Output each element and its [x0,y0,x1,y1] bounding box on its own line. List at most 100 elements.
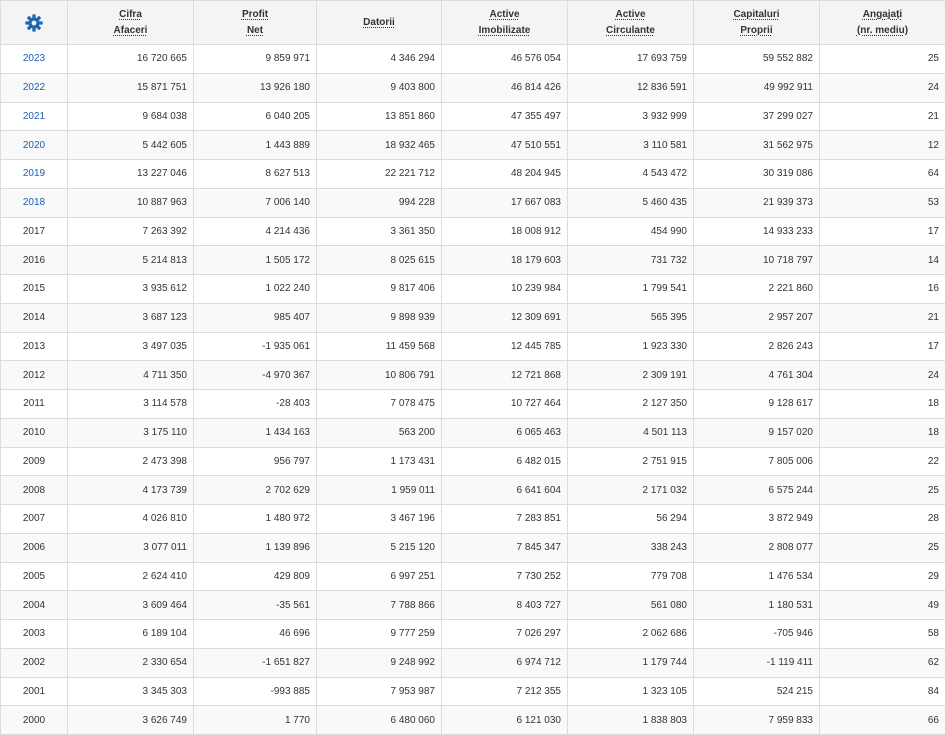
column-header-label[interactable]: Profit Net [242,9,268,36]
value-cell: 13 227 046 [68,160,194,189]
column-header-1[interactable]: Profit Net [194,1,317,45]
year-cell[interactable]: 2020 [1,131,68,160]
year-link[interactable]: 2023 [23,53,45,64]
column-header-line1: Datorii [363,17,395,28]
value-cell: 18 [820,390,945,419]
table-row: 20022 330 654-1 651 8279 248 9926 974 71… [1,648,945,677]
column-header-line1: Profit [242,9,268,20]
value-cell: 1 923 330 [568,332,694,361]
table-row: 20036 189 10446 6969 777 2597 026 2972 0… [1,620,945,649]
column-header-label[interactable]: CapitaluriProprii [733,9,779,36]
column-header-label[interactable]: ActiveImobilizate [479,9,531,36]
year-cell[interactable]: 2021 [1,102,68,131]
year-label: 2014 [23,312,45,323]
value-cell: 9 777 259 [317,620,442,649]
value-cell: 4 543 472 [568,160,694,189]
value-cell: 18 179 603 [442,246,568,275]
value-cell: 1 173 431 [317,447,442,476]
year-link[interactable]: 2020 [23,140,45,151]
value-cell: 14 933 233 [694,217,820,246]
value-cell: 1 323 105 [568,677,694,706]
column-header-6[interactable]: Angajați(nr. mediu) [820,1,945,45]
column-header-label[interactable]: Angajați(nr. mediu) [857,9,908,36]
settings-cell[interactable] [1,1,68,45]
table-row: 20084 173 7392 702 6291 959 0116 641 604… [1,476,945,505]
table-row: 20013 345 303-993 8857 953 9877 212 3551… [1,677,945,706]
value-cell: 7 212 355 [442,677,568,706]
year-cell: 2006 [1,533,68,562]
value-cell: 21 939 373 [694,188,820,217]
year-cell[interactable]: 2022 [1,73,68,102]
year-link[interactable]: 2019 [23,168,45,179]
value-cell: 29 [820,562,945,591]
value-cell: 4 173 739 [68,476,194,505]
gear-icon[interactable] [24,13,44,33]
value-cell: 10 887 963 [68,188,194,217]
column-header-2[interactable]: Datorii [317,1,442,45]
value-cell: 12 721 868 [442,361,568,390]
value-cell: 3 687 123 [68,303,194,332]
table-row: 20063 077 0111 139 8965 215 1207 845 347… [1,533,945,562]
value-cell: 24 [820,73,945,102]
year-link[interactable]: 2021 [23,111,45,122]
value-cell: 66 [820,706,945,735]
value-cell: 1 838 803 [568,706,694,735]
table-row: 20074 026 8101 480 9723 467 1967 283 851… [1,505,945,534]
year-cell[interactable]: 2023 [1,45,68,74]
table-row: 201913 227 0468 627 51322 221 71248 204 … [1,160,945,189]
value-cell: 8 025 615 [317,246,442,275]
value-cell: 6 641 604 [442,476,568,505]
year-label: 2004 [23,600,45,611]
year-cell[interactable]: 2019 [1,160,68,189]
table-row: 20103 175 1101 434 163563 2006 065 4634 … [1,418,945,447]
value-cell: 17 [820,217,945,246]
table-row: 20205 442 6051 443 88918 932 46547 510 5… [1,131,945,160]
column-header-3[interactable]: ActiveImobilizate [442,1,568,45]
value-cell: 7 283 851 [442,505,568,534]
column-header-4[interactable]: ActiveCirculante [568,1,694,45]
value-cell: 25 [820,533,945,562]
column-header-label[interactable]: Datorii [363,17,395,28]
value-cell: 25 [820,45,945,74]
value-cell: 2 330 654 [68,648,194,677]
value-cell: 3 110 581 [568,131,694,160]
column-header-line2: Net [247,25,263,36]
year-cell: 2010 [1,418,68,447]
value-cell: 16 [820,275,945,304]
value-cell: 731 732 [568,246,694,275]
year-cell: 2008 [1,476,68,505]
table-row: 20219 684 0386 040 20513 851 86047 355 4… [1,102,945,131]
header-row: CifraAfaceri Profit Net Datorii ActiveImobil… [1,1,945,45]
column-header-0[interactable]: CifraAfaceri [68,1,194,45]
value-cell: 7 788 866 [317,591,442,620]
column-header-5[interactable]: CapitaluriProprii [694,1,820,45]
column-header-line2: Circulante [606,25,655,36]
year-link[interactable]: 2018 [23,197,45,208]
column-header-label[interactable]: CifraAfaceri [114,9,148,36]
value-cell: 12 [820,131,945,160]
year-cell: 2007 [1,505,68,534]
value-cell: 10 727 464 [442,390,568,419]
value-cell: 47 355 497 [442,102,568,131]
value-cell: -1 935 061 [194,332,317,361]
value-cell: 9 403 800 [317,73,442,102]
table-row: 20052 624 410429 8096 997 2517 730 25277… [1,562,945,591]
column-header-line1: Angajați [863,9,902,20]
value-cell: -35 561 [194,591,317,620]
value-cell: 6 189 104 [68,620,194,649]
value-cell: 6 040 205 [194,102,317,131]
value-cell: 5 214 813 [68,246,194,275]
value-cell: 58 [820,620,945,649]
year-label: 2015 [23,283,45,294]
column-header-label[interactable]: ActiveCirculante [606,9,655,36]
value-cell: 46 576 054 [442,45,568,74]
table-row: 20153 935 6121 022 2409 817 40610 239 98… [1,275,945,304]
year-link[interactable]: 2022 [23,82,45,93]
value-cell: 2 751 915 [568,447,694,476]
year-cell[interactable]: 2018 [1,188,68,217]
value-cell: 3 497 035 [68,332,194,361]
year-cell: 2005 [1,562,68,591]
year-label: 2008 [23,485,45,496]
value-cell: 3 467 196 [317,505,442,534]
value-cell: -1 651 827 [194,648,317,677]
